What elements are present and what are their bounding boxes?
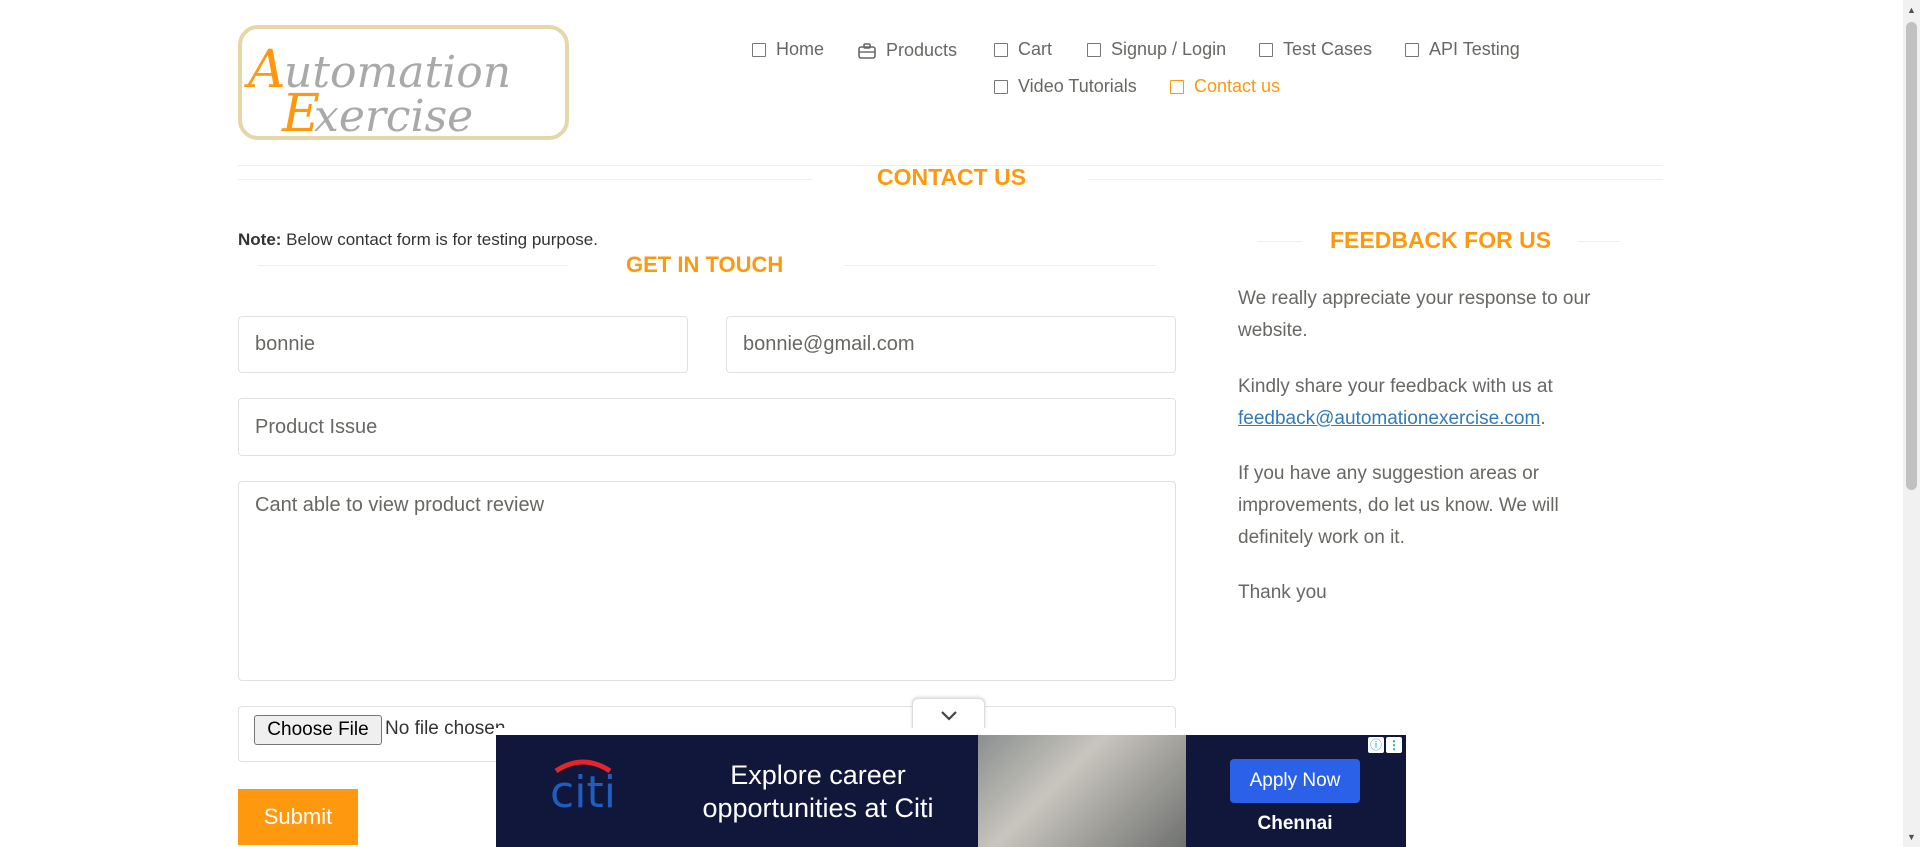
nav-contact-label: Contact us bbox=[1194, 76, 1281, 96]
cart-icon bbox=[994, 42, 1008, 57]
ad-info-icon[interactable]: ⓘ bbox=[1368, 737, 1384, 753]
ad-collapse-toggle[interactable] bbox=[912, 698, 985, 732]
feedback-rule-left bbox=[1257, 241, 1302, 242]
feedback-p1: We really appreciate your response to ou… bbox=[1238, 288, 1591, 341]
svg-text:citi: citi bbox=[550, 767, 616, 813]
home-icon bbox=[752, 42, 766, 57]
list-icon bbox=[1405, 42, 1419, 57]
submit-button[interactable]: Submit bbox=[238, 789, 358, 845]
get-in-touch-rule-right bbox=[844, 265, 1156, 266]
nav-home[interactable]: Home bbox=[752, 39, 824, 60]
lock-icon bbox=[1087, 42, 1101, 57]
feedback-heading: FEEDBACK FOR US bbox=[1330, 227, 1552, 253]
svg-text:xercise: xercise bbox=[314, 91, 473, 140]
note-label: Note: bbox=[238, 230, 282, 249]
nav-api-testing-label: API Testing bbox=[1429, 39, 1520, 59]
feedback-rule-right bbox=[1578, 241, 1620, 242]
title-rule-right bbox=[1088, 179, 1663, 180]
scroll-down-arrow[interactable]: ▼ bbox=[1906, 830, 1917, 844]
nav-cart[interactable]: Cart bbox=[994, 39, 1052, 60]
site-logo[interactable]: A utomation E xercise bbox=[238, 25, 569, 140]
nav-test-cases[interactable]: Test Cases bbox=[1259, 39, 1372, 60]
feedback-p2: Kindly share your feedback with us at fe… bbox=[1238, 371, 1638, 435]
note-text: Below contact form is for testing purpos… bbox=[281, 230, 598, 249]
message-textarea[interactable]: Cant able to view product review bbox=[238, 481, 1176, 681]
feedback-p2-prefix: Kindly share your feedback with us at bbox=[1238, 376, 1553, 397]
ad-city: Chennai bbox=[1257, 813, 1333, 834]
nav-test-cases-label: Test Cases bbox=[1283, 39, 1373, 59]
nav-products[interactable]: Products bbox=[858, 40, 957, 61]
subject-input[interactable] bbox=[238, 398, 1176, 456]
feedback-p3: If you have any suggestion areas or impr… bbox=[1238, 463, 1559, 548]
nav-api-testing[interactable]: API Testing bbox=[1405, 39, 1520, 60]
feedback-p2-suffix: . bbox=[1540, 408, 1546, 429]
email-input[interactable] bbox=[726, 316, 1176, 373]
feedback-p4: Thank you bbox=[1238, 582, 1327, 603]
get-in-touch-rule-left bbox=[258, 265, 568, 266]
envelope-icon bbox=[1170, 79, 1184, 94]
ad-apply-button[interactable]: Apply Now bbox=[1230, 759, 1360, 803]
nav-video-tutorials[interactable]: Video Tutorials bbox=[994, 76, 1137, 97]
nav-products-label: Products bbox=[886, 40, 958, 60]
ad-photo bbox=[978, 735, 1186, 847]
list-icon bbox=[1259, 42, 1273, 57]
get-in-touch-heading: GET IN TOUCH bbox=[626, 252, 784, 277]
scrollbar-thumb[interactable] bbox=[1906, 22, 1917, 490]
form-note: Note: Below contact form is for testing … bbox=[238, 230, 598, 250]
scroll-up-arrow[interactable]: ▲ bbox=[1906, 3, 1917, 17]
svg-text:A: A bbox=[244, 40, 286, 100]
feedback-email-link[interactable]: feedback@automationexercise.com bbox=[1238, 408, 1540, 429]
nav-signup-label: Signup / Login bbox=[1111, 39, 1227, 59]
briefcase-icon bbox=[858, 42, 876, 59]
nav-home-label: Home bbox=[776, 39, 825, 59]
nav-video-label: Video Tutorials bbox=[1018, 76, 1137, 96]
nav-cart-label: Cart bbox=[1018, 39, 1053, 59]
name-input[interactable] bbox=[238, 316, 688, 373]
youtube-icon bbox=[994, 79, 1008, 94]
nav-signup-login[interactable]: Signup / Login bbox=[1087, 39, 1226, 60]
nav-contact-us[interactable]: Contact us bbox=[1170, 76, 1280, 97]
citi-logo: citi bbox=[550, 759, 616, 813]
title-rule-left bbox=[238, 179, 813, 180]
ad-menu-icon[interactable]: ⋮ bbox=[1386, 737, 1402, 753]
choose-file-button[interactable]: Choose File bbox=[254, 715, 382, 745]
chevron-down-icon bbox=[940, 710, 957, 721]
file-status: No file chosen bbox=[385, 718, 506, 739]
ad-banner[interactable]: citi Explore career opportunities at Cit… bbox=[496, 735, 1406, 847]
page-title: CONTACT US bbox=[877, 164, 1027, 190]
ad-headline: Explore career opportunities at Citi bbox=[702, 760, 934, 823]
